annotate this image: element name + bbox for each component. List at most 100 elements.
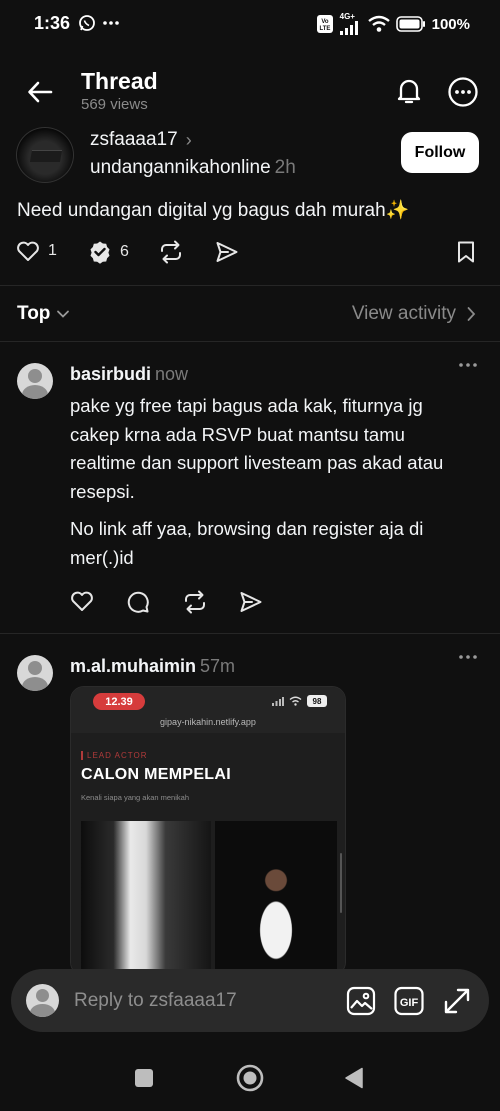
wifi-icon <box>367 15 390 32</box>
bookmark-icon <box>458 241 474 263</box>
like-button[interactable] <box>70 590 94 612</box>
whatsapp-icon <box>79 15 95 31</box>
verified-check-icon <box>90 241 110 264</box>
post-time: 2h <box>274 157 296 178</box>
post-author-avatar[interactable] <box>16 127 74 183</box>
notification-icons <box>78 14 120 32</box>
embedded-headline: CALON MEMPELAI <box>81 766 231 783</box>
svg-text:Vo: Vo <box>321 19 329 25</box>
image-icon <box>346 986 376 1016</box>
like-count: 1 <box>48 242 57 259</box>
embedded-battery: 98 <box>307 695 327 707</box>
more-options-button[interactable] <box>447 76 479 108</box>
more-circle-icon <box>448 77 478 107</box>
post-text: Need undangan digital yg bagus dah murah… <box>17 200 410 221</box>
bookmark-button[interactable] <box>455 240 477 264</box>
bride-photo <box>81 821 211 975</box>
chevron-right-icon: › <box>185 129 192 150</box>
embedded-url: gipay-nikahin.netlify.app <box>71 717 345 733</box>
view-activity-label: View activity <box>351 303 456 324</box>
post-coauthor-row[interactable]: undangannikahonline 2h <box>90 157 296 179</box>
post-coauthor-name: undangannikahonline <box>90 157 271 178</box>
share-button[interactable] <box>239 590 263 614</box>
send-icon <box>216 242 238 262</box>
more-horizontal-icon <box>459 363 477 367</box>
reply-composer: GIF <box>11 969 489 1032</box>
square-icon <box>135 1069 153 1087</box>
repost-icon <box>185 590 205 614</box>
post-author-row[interactable]: zsfaaaa17 › <box>90 129 192 151</box>
reply-time: 57m <box>200 656 236 676</box>
system-nav-bar <box>0 1040 500 1111</box>
battery-icon <box>395 16 425 32</box>
reply-more-button[interactable] <box>458 362 478 368</box>
reply-image[interactable]: 12.39 98 gipay-nikahin.netlify.app LEAD … <box>70 686 346 976</box>
sort-label: Top <box>17 303 51 324</box>
recents-button[interactable] <box>134 1068 154 1088</box>
reply-username[interactable]: basirbudi <box>70 364 151 384</box>
follow-button[interactable]: Follow <box>401 132 479 173</box>
status-time: 1:36 <box>34 13 71 33</box>
share-button[interactable] <box>215 240 239 264</box>
reply-header: basirbudi now <box>70 364 188 385</box>
my-avatar <box>26 984 59 1017</box>
chevron-right-icon <box>467 307 476 321</box>
reply-avatar[interactable] <box>17 363 53 399</box>
home-button[interactable] <box>236 1064 264 1092</box>
back-nav-button[interactable] <box>344 1067 364 1089</box>
like-button[interactable]: 1 <box>16 240 57 262</box>
back-button[interactable] <box>26 78 54 106</box>
embedded-status-bar: 12.39 98 <box>71 687 345 717</box>
volte-icon: VoLTE <box>316 15 333 33</box>
repost-button[interactable] <box>182 590 208 614</box>
chevron-down-icon <box>57 310 70 318</box>
gif-icon: GIF <box>394 986 424 1016</box>
divider <box>0 633 500 634</box>
gif-button[interactable]: GIF <box>393 985 425 1017</box>
expand-button[interactable] <box>441 985 473 1017</box>
reply-avatar[interactable] <box>17 655 53 691</box>
notifications-button[interactable] <box>394 76 424 106</box>
reply-more-button[interactable] <box>458 654 478 660</box>
repost-count: 6 <box>120 243 129 260</box>
comment-button[interactable] <box>126 590 150 614</box>
embedded-scrollbar <box>340 853 342 913</box>
signal-icon <box>272 696 284 706</box>
arrow-left-icon <box>28 81 53 103</box>
embedded-subtitle: Kenali siapa yang akan menikah <box>81 793 189 802</box>
divider <box>0 341 500 342</box>
embedded-time: 12.39 <box>93 693 145 710</box>
view-activity-link[interactable]: View activity <box>352 303 476 325</box>
heart-icon <box>71 591 93 611</box>
status-bar: 1:36 Vo LTE 4G+ 100% <box>0 0 500 50</box>
page-title: Thread <box>81 68 158 94</box>
expand-icon <box>444 988 470 1014</box>
view-count: 569 views <box>81 96 148 113</box>
attach-image-button[interactable] <box>345 985 377 1017</box>
more-notifications-icon <box>103 21 119 25</box>
embedded-page: LEAD ACTOR CALON MEMPELAI Kenali siapa y… <box>71 733 345 975</box>
sort-dropdown[interactable]: Top <box>17 303 70 325</box>
reply-time: now <box>155 364 189 384</box>
repost-button[interactable] <box>158 240 184 264</box>
divider <box>0 285 500 286</box>
reply-username[interactable]: m.al.muhaimin <box>70 656 196 676</box>
system-icons: Vo LTE 4G+ 100% <box>316 13 470 35</box>
triangle-back-icon <box>345 1067 363 1089</box>
battery-percent: 100% <box>431 15 470 33</box>
heart-icon <box>17 241 39 261</box>
reply-actions <box>70 590 270 616</box>
more-horizontal-icon <box>459 655 477 659</box>
svg-text:LTE: LTE <box>319 26 330 32</box>
home-circle-icon <box>236 1064 264 1092</box>
reply-input[interactable] <box>74 987 324 1015</box>
reply-text: pake yg free tapi bagus ada kak, fiturny… <box>70 395 444 502</box>
reply-text: No link aff yaa, browsing dan register a… <box>70 518 424 568</box>
bell-icon <box>397 79 421 104</box>
network-type: 4G+ <box>339 12 355 21</box>
repost-count-button[interactable]: 6 <box>88 240 129 264</box>
reply-header: m.al.muhaimin 57m <box>70 656 235 677</box>
signal-icon: 4G+ <box>339 12 362 35</box>
wifi-icon <box>289 696 302 706</box>
repost-icon <box>161 240 181 264</box>
